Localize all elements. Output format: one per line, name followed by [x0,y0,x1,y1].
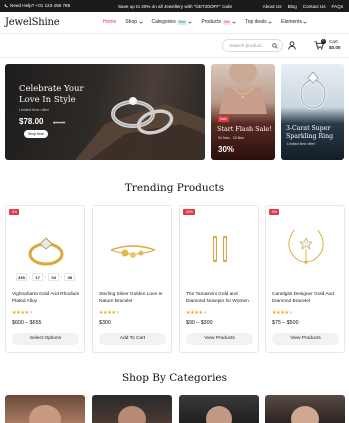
product-name[interactable]: The Tamasvini Gold and Diamond Nosepin f… [186,292,256,305]
trending-title: Trending Products [124,182,225,194]
faqs-link[interactable]: FAQs [332,4,344,9]
top-bar: Need Help? +01 123 456 789 Save up to 20… [0,0,349,12]
ring-banner-subtitle: Limited time offer! [287,142,316,146]
product-name[interactable]: Sterling Silver Golden Love In Nature Br… [99,292,169,305]
gold-nosepin-image [213,236,227,262]
category-tile[interactable] [265,395,345,423]
flash-sale-dates: 01 Nov - 15 Nov [218,136,244,140]
nav-item-top-deals[interactable]: Top deals [245,19,272,25]
search-input[interactable]: Search product... [222,39,283,52]
contact-us-link[interactable]: Contact Us [303,4,326,9]
flash-sale-title: Start Flash Sale! [217,125,272,133]
rating-stars: ★★★★★ [12,310,33,316]
chevron-down-icon [268,21,272,24]
model-portrait-image [291,406,319,423]
product-card[interactable]: Sterling Silver Golden Love In Nature Br… [92,205,172,353]
chevron-down-icon [303,21,308,24]
timer-seconds: 38 [64,273,76,281]
nav-label: Categories [151,19,176,25]
timer-hours: 17 [32,273,44,281]
model-portrait-image [206,406,232,423]
nav-item-categories[interactable]: Categories New [152,19,193,25]
product-price: $90 – $300 [186,320,213,326]
chevron-down-icon [138,21,143,24]
hero-banner[interactable]: Celebrate Your Love In Style Limited tim… [5,64,205,160]
discount-badge: -33% [183,209,195,215]
promo-text: Save up to 20% on all Jewellery with "GE… [117,3,233,9]
countdown-timer: 335: 17: 04: 38 [16,273,76,281]
nav-label: Products [201,19,222,25]
chevron-down-icon [232,21,236,24]
nav-item-home[interactable]: Home [103,19,116,25]
search-row: Search product... 0 Cart $0.00 [0,34,349,58]
nav-label: Top deals [245,19,267,25]
help-line: Need Help? +01 123 456 789 [4,3,70,8]
hero-old-price: $99.00 [53,120,66,125]
help-text: Need Help? +01 123 456 789 [10,3,71,8]
cart-summary[interactable]: Cart $0.00 [329,39,341,50]
rating-stars: ★★★★★ [272,310,293,316]
nav-label: Elements [281,19,302,25]
sale-tag: Sale [218,116,229,122]
model-portrait-image [118,406,146,423]
timer-minutes: 04 [48,273,60,281]
site-logo[interactable]: JewelShine [5,17,60,28]
categories-title: Shop By Categories [121,372,228,384]
cart-total: $0.00 [329,44,341,50]
view-products-button[interactable]: View Products [186,333,253,345]
hero-subtitle: Limited time offer! [19,108,50,112]
nav-label: Home [103,19,117,25]
category-tile[interactable] [5,395,85,423]
flash-sale-banner[interactable]: Sale Start Flash Sale! 01 Nov - 15 Nov 3… [211,64,275,160]
product-price: $300 [99,320,111,326]
add-to-cart-button[interactable]: Add To Cart [99,333,166,345]
category-tile[interactable] [179,395,259,423]
hero-price: $78.00 [19,117,44,126]
nav-item-shop[interactable]: Shop [125,19,143,25]
about-us-link[interactable]: About Us [263,4,282,9]
product-name[interactable]: Caratlgits Designer Gold And Diamond Bra… [272,292,342,305]
main-header: JewelShine Home Shop Categories New Prod… [0,12,349,34]
blog-link[interactable]: Blog [288,4,297,9]
discount-badge: -5% [269,209,280,215]
rating-stars: ★★★★★ [186,310,207,316]
nav-label: Shop [125,19,138,25]
search-icon[interactable] [272,43,278,49]
new-badge: New [177,19,187,25]
gold-bracelet-image [110,245,156,258]
flash-sale-discount: 30% [218,145,235,154]
user-icon[interactable] [288,41,296,50]
model-portrait-image [29,405,61,423]
ring-banner-title: 3-Carat Super Sparkling Ring [286,125,334,140]
search-placeholder: Search product... [229,43,266,49]
main-nav: Home Shop Categories New Products Hot To… [103,19,316,25]
product-price: $600 – $655 [12,320,42,326]
sparkling-ring-banner[interactable]: 3-Carat Super Sparkling Ring Limited tim… [281,64,344,160]
discount-badge: -5% [9,209,20,215]
chevron-down-icon [188,21,193,24]
nav-item-elements[interactable]: Elements [281,19,308,25]
phone-icon [4,3,8,7]
timer-days: 335 [16,273,27,281]
product-card[interactable]: -5% Caratlgits Designer Gold And Diamond… [265,205,345,353]
cart-count-badge: 0 [321,39,326,44]
gold-ring-image [28,237,64,266]
category-tile[interactable] [92,395,172,423]
rating-stars: ★★★★★ [99,310,120,316]
product-price: $75 – $500 [272,320,299,326]
shop-now-button[interactable]: Shop Now [24,130,48,138]
view-products-button[interactable]: View Products [272,333,339,345]
product-card[interactable]: -5% 335: 17: 04: 38 Vighnaharta Gold And… [5,205,85,353]
hero-title: Celebrate Your Love In Style [19,84,84,105]
nav-item-products[interactable]: Products Hot [201,19,236,25]
select-options-button[interactable]: Select Options [12,333,79,345]
product-card[interactable]: -33% The Tamasvini Gold and Diamond Nose… [179,205,259,353]
hot-badge: Hot [222,19,231,25]
wedding-rings-image [75,97,205,160]
diamond-bracelet-image [288,229,324,264]
product-name[interactable]: Vighnaharta Gold And Rhodium Plated Allo… [12,292,82,305]
